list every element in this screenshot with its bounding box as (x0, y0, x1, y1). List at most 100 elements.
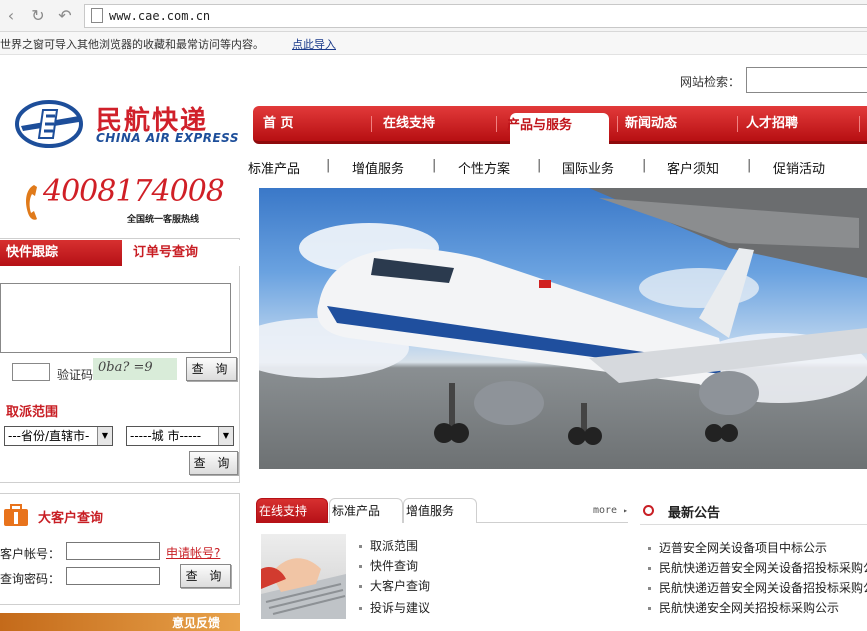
latest-notices-title: 最新公告 (668, 506, 721, 521)
captcha-input[interactable] (12, 363, 50, 381)
page: ‹ ↻ ↶ www.cae.com.cn 世界之窗可导入其他浏览器的收藏和最常访… (0, 0, 867, 631)
import-link[interactable]: 点此导入 (292, 36, 336, 52)
vip-query-button[interactable]: 查 询 (180, 564, 231, 588)
logo-english-text: CHINA AIR EXPRESS (96, 131, 240, 145)
tab-online-support[interactable]: 在线支持 (256, 498, 328, 523)
notice-item[interactable]: 民航快递安全网关招投标采购公示 (648, 599, 839, 616)
notices-divider (640, 524, 867, 525)
delivery-range-title: 取派范围 (6, 405, 59, 420)
apply-account-link[interactable]: 申请帐号? (166, 544, 220, 561)
nav-news[interactable]: 新闻动态 (625, 106, 677, 141)
subnav-separator: | (537, 158, 542, 173)
refresh-icon[interactable]: ↻ (29, 7, 47, 25)
list-item-label: 投诉与建议 (370, 601, 431, 615)
nav-products-services[interactable]: 产品与服务 (507, 113, 609, 144)
notice-item[interactable]: 民航快递迈普安全网关设备招投标采购公示 (648, 579, 867, 596)
notice-item-label: 民航快递安全网关招投标采购公示 (659, 601, 840, 615)
notice-item[interactable]: 民航快递迈普安全网关设备招投标采购公示 (648, 559, 867, 576)
back-icon[interactable]: ‹ (2, 7, 20, 25)
tab-standard-products[interactable]: 标准产品 (329, 498, 403, 523)
nav-divider (859, 116, 860, 132)
subnav-separator: | (642, 158, 647, 173)
subnav-custom-solutions[interactable]: 个性方案 (458, 158, 510, 177)
city-select[interactable]: -----城 市----- ▼ (126, 426, 234, 446)
list-item-label: 大客户查询 (370, 579, 431, 593)
account-label: 客户帐号： (0, 547, 61, 561)
browser-toolbar: ‹ ↻ ↶ www.cae.com.cn (0, 0, 867, 32)
subnav-separator: | (432, 158, 437, 173)
subnav-promotions[interactable]: 促销活动 (773, 158, 825, 177)
account-input[interactable] (66, 542, 160, 560)
list-item-delivery-range[interactable]: 取派范围 (359, 537, 418, 554)
feedback-label[interactable]: 意见反馈 (172, 614, 220, 631)
circle-bullet-icon (643, 505, 654, 516)
password-label: 查询密码： (0, 572, 61, 586)
subnav-standard-products[interactable]: 标准产品 (248, 158, 300, 177)
nav-home[interactable]: 首 页 (263, 106, 294, 141)
tracking-number-textarea[interactable] (0, 283, 231, 353)
page-icon (91, 8, 103, 23)
site-search-input[interactable] (746, 67, 867, 93)
subnav-value-added[interactable]: 增值服务 (352, 158, 404, 177)
bullet-icon (359, 585, 362, 588)
keyboard-illustration (261, 558, 346, 619)
bullet-icon (648, 587, 651, 590)
notice-item-label: 民航快递迈普安全网关设备招投标采购公示 (659, 561, 867, 575)
nav-careers[interactable]: 人才招聘 (746, 106, 798, 141)
chevron-down-icon: ▼ (218, 427, 233, 445)
city-select-value: -----城 市----- (130, 429, 202, 443)
vip-query-title: 大客户查询 (38, 511, 104, 526)
hotline-subtitle: 全国统一客服热线 (127, 215, 200, 225)
url-text[interactable]: www.cae.com.cn (109, 9, 210, 23)
more-link-label: more (593, 505, 618, 516)
list-item-shipment-query[interactable]: 快件查询 (359, 557, 418, 574)
province-select-value: ---省份/直辖市- (8, 429, 90, 443)
list-item-vip-query[interactable]: 大客户查询 (359, 577, 430, 594)
subnav-separator: | (326, 158, 331, 173)
list-item-label: 取派范围 (370, 539, 419, 553)
tab-order-number-query[interactable]: 订单号查询 (122, 240, 240, 266)
captcha-label: 验证码 (57, 368, 94, 382)
subnav-customer-notice[interactable]: 客户须知 (667, 158, 719, 177)
bullet-icon (648, 547, 651, 550)
airplane-banner-image (259, 188, 867, 469)
keyboard-typing-image (261, 534, 346, 619)
china-air-express-logo-icon (15, 100, 83, 148)
nav-divider (617, 116, 618, 132)
site-search-label: 网站检索： (680, 75, 741, 89)
chevron-right-icon: ▸ (623, 506, 628, 515)
more-link[interactable]: more ▸ (593, 505, 628, 516)
address-bar[interactable]: www.cae.com.cn (84, 4, 867, 28)
main-nav: 首 页 在线支持 产品与服务 新闻动态 人才招聘 (253, 106, 867, 144)
subnav-international[interactable]: 国际业务 (562, 158, 614, 177)
notice-item-label: 迈普安全网关设备项目中标公示 (659, 541, 828, 555)
province-select[interactable]: ---省份/直辖市- ▼ (4, 426, 113, 446)
notice-item[interactable]: 迈普安全网关设备项目中标公示 (648, 539, 827, 556)
airplane-illustration (259, 188, 867, 445)
tab-shipment-tracking[interactable]: 快件跟踪 (0, 240, 122, 266)
tab-value-added[interactable]: 增值服务 (403, 498, 477, 523)
bullet-icon (648, 607, 651, 610)
nav-divider (496, 116, 497, 132)
chevron-down-icon: ▼ (97, 427, 112, 445)
hotline-number: 4008174008 (43, 174, 225, 209)
nav-online-support[interactable]: 在线支持 (383, 106, 435, 141)
range-query-button[interactable]: 查 询 (189, 451, 238, 475)
list-item-complaints[interactable]: 投诉与建议 (359, 599, 430, 616)
nav-divider (371, 116, 372, 132)
undo-icon[interactable]: ↶ (56, 7, 74, 25)
nav-divider (737, 116, 738, 132)
phone-icon (26, 185, 37, 220)
bullet-icon (359, 545, 362, 548)
list-item-label: 快件查询 (370, 559, 419, 573)
password-input[interactable] (66, 567, 160, 585)
bullet-icon (359, 607, 362, 610)
captcha-image[interactable]: 0ba? =9 (93, 358, 177, 380)
subnav-separator: | (747, 158, 752, 173)
infobar-message: 世界之窗可导入其他浏览器的收藏和最常访问等内容。 (0, 38, 264, 51)
browser-infobar: 世界之窗可导入其他浏览器的收藏和最常访问等内容。 点此导入 (0, 32, 867, 55)
tracking-query-button[interactable]: 查 询 (186, 357, 237, 381)
bullet-icon (648, 567, 651, 570)
briefcase-icon (4, 504, 28, 526)
notice-item-label: 民航快递迈普安全网关设备招投标采购公示 (659, 581, 867, 595)
